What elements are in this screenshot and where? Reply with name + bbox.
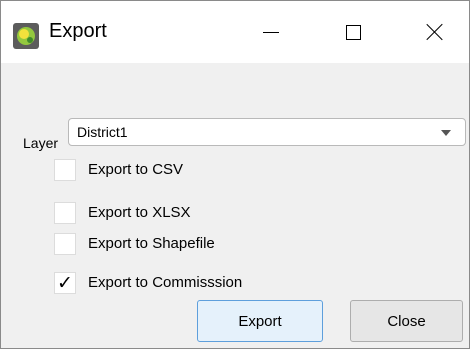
export-csv-label: Export to CSV xyxy=(88,161,184,178)
chevron-down-icon xyxy=(441,130,451,136)
maximize-button[interactable] xyxy=(323,1,383,63)
layer-select-value: District1 xyxy=(77,124,128,140)
window-title: Export xyxy=(49,20,107,42)
qgis-logo-icon xyxy=(13,23,39,49)
export-dialog: Export Layer District1 Export to CSV Exp… xyxy=(0,0,470,349)
export-xlsx-checkbox[interactable] xyxy=(54,202,76,224)
close-window-button[interactable] xyxy=(405,1,465,63)
minimize-icon xyxy=(263,31,279,33)
export-commission-label: Export to Commisssion xyxy=(88,274,243,291)
maximize-icon xyxy=(345,24,361,40)
export-button[interactable]: Export xyxy=(197,300,323,342)
export-xlsx-label: Export to XLSX xyxy=(88,204,191,221)
export-shapefile-checkbox[interactable] xyxy=(54,233,76,255)
close-icon xyxy=(426,23,444,41)
layer-label: Layer xyxy=(23,135,59,151)
title-bar[interactable]: Export xyxy=(1,1,469,63)
checkmark-icon: ✓ xyxy=(57,272,73,294)
layer-select[interactable]: District1 xyxy=(68,118,466,146)
export-commission-checkbox[interactable]: ✓ xyxy=(54,272,76,294)
minimize-button[interactable] xyxy=(241,1,301,63)
close-button[interactable]: Close xyxy=(350,300,463,342)
export-shapefile-label: Export to Shapefile xyxy=(88,235,215,252)
export-csv-checkbox[interactable] xyxy=(54,159,76,181)
